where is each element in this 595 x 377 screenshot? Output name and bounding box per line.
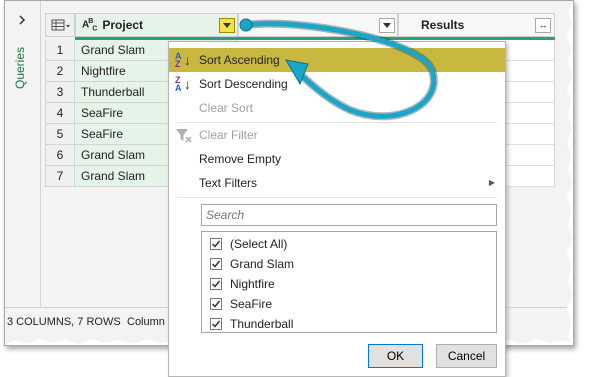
expand-column-icon[interactable]: ↔ bbox=[535, 18, 551, 33]
row-number[interactable]: 2 bbox=[45, 61, 75, 82]
checkbox-checked[interactable] bbox=[210, 298, 222, 310]
row-number[interactable]: 7 bbox=[45, 166, 75, 187]
filter-value-nightfire[interactable]: Nightfire bbox=[202, 274, 496, 294]
sort-ascending-icon: A Z ↓ bbox=[175, 51, 191, 69]
filter-search-input[interactable] bbox=[201, 204, 497, 226]
filter-value-label: Nightfire bbox=[230, 277, 275, 291]
column-filter-dropdown-button[interactable] bbox=[219, 18, 235, 33]
column-header-results[interactable]: Results ↔ bbox=[398, 13, 555, 37]
row-number[interactable]: 5 bbox=[45, 124, 75, 145]
clear-filter-label: Clear Filter bbox=[199, 128, 258, 142]
filter-value-label: SeaFire bbox=[230, 297, 273, 311]
filter-value-label: Thunderball bbox=[230, 317, 294, 331]
filter-value-seafire[interactable]: SeaFire bbox=[202, 294, 496, 314]
table-icon bbox=[51, 19, 70, 31]
ok-button[interactable]: OK bbox=[368, 344, 423, 368]
submenu-arrow-icon: ▶ bbox=[488, 178, 495, 187]
table-corner-button[interactable] bbox=[45, 13, 75, 37]
filter-values-list: (Select All) Grand Slam Nightfire SeaFir… bbox=[201, 231, 497, 333]
filter-value-label: (Select All) bbox=[230, 237, 288, 251]
queries-pane: Queries bbox=[5, 1, 41, 307]
filter-value-grand-slam[interactable]: Grand Slam bbox=[202, 254, 496, 274]
column-header-project[interactable]: ABC Project bbox=[75, 13, 238, 37]
abc-type-icon[interactable]: ABC bbox=[82, 18, 97, 32]
text-filters-item[interactable]: Text Filters ▶ bbox=[169, 171, 505, 195]
checkbox-checked[interactable] bbox=[210, 238, 222, 250]
row-number[interactable]: 4 bbox=[45, 103, 75, 124]
menu-divider bbox=[177, 197, 497, 198]
clear-sort-label: Clear Sort bbox=[199, 101, 254, 115]
clear-filter-icon bbox=[176, 129, 192, 143]
column-header-label: Results bbox=[421, 18, 465, 32]
checkbox-checked[interactable] bbox=[210, 258, 222, 270]
filter-value-select-all[interactable]: (Select All) bbox=[202, 234, 496, 254]
remove-empty-item[interactable]: Remove Empty bbox=[169, 147, 505, 171]
checkbox-checked[interactable] bbox=[210, 318, 222, 330]
cancel-button[interactable]: Cancel bbox=[436, 344, 497, 368]
row-number[interactable]: 1 bbox=[45, 40, 75, 61]
sort-ascending-label: Sort Ascending bbox=[199, 53, 280, 67]
queries-pane-label[interactable]: Queries bbox=[13, 29, 27, 89]
chevron-down-icon bbox=[223, 23, 231, 28]
filter-value-label: Grand Slam bbox=[230, 257, 295, 271]
remove-empty-label: Remove Empty bbox=[199, 152, 282, 166]
row-number[interactable]: 3 bbox=[45, 82, 75, 103]
text-filters-label: Text Filters bbox=[199, 176, 258, 190]
filter-value-thunderball[interactable]: Thunderball bbox=[202, 314, 496, 332]
column-header-label: Project bbox=[102, 18, 144, 32]
column-filter-menu: A Z ↓ Sort Ascending Z A ↓ Sort Descending C… bbox=[168, 41, 506, 377]
torn-edge-right bbox=[567, 1, 573, 345]
chevron-down-icon bbox=[383, 23, 391, 28]
row-number[interactable]: 6 bbox=[45, 145, 75, 166]
sort-descending-icon: Z A ↓ bbox=[175, 75, 191, 93]
clear-filter-item[interactable]: Clear Filter bbox=[169, 123, 505, 147]
sort-descending-item[interactable]: Z A ↓ Sort Descending bbox=[169, 72, 505, 96]
column-filter-dropdown-button[interactable] bbox=[379, 18, 395, 33]
clear-sort-item[interactable]: Clear Sort bbox=[169, 96, 505, 120]
row-column-count: 3 COLUMNS, 7 ROWS bbox=[7, 316, 121, 328]
sort-ascending-item[interactable]: A Z ↓ Sort Ascending bbox=[169, 48, 505, 72]
sort-descending-label: Sort Descending bbox=[199, 77, 288, 91]
chevron-right-icon[interactable] bbox=[15, 13, 29, 27]
column-header-2[interactable] bbox=[238, 13, 398, 37]
checkbox-checked[interactable] bbox=[210, 278, 222, 290]
